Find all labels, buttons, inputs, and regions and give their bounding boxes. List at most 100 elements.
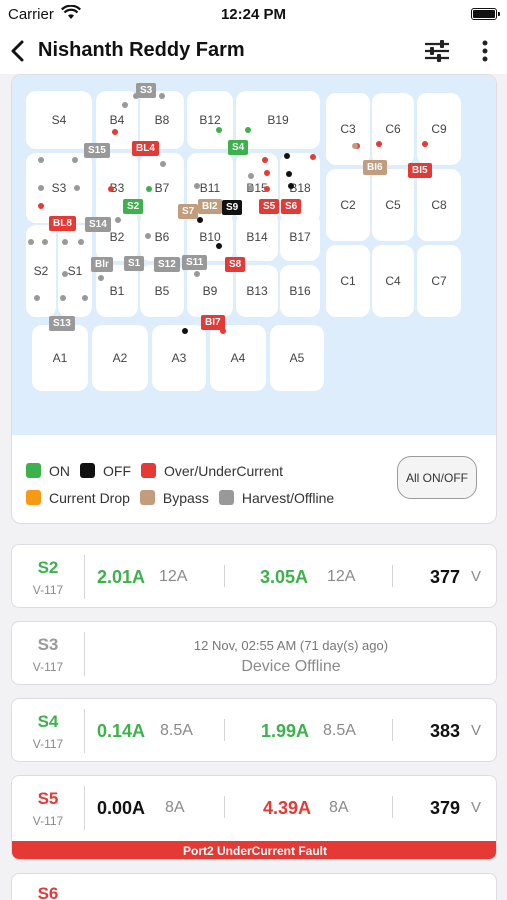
- tag-bl4[interactable]: BL4: [132, 141, 159, 156]
- plot-c8[interactable]: C8: [417, 169, 461, 241]
- device-card-s6[interactable]: S6: [11, 873, 497, 900]
- plot-label: B2: [109, 230, 125, 244]
- tag-s6[interactable]: S6: [281, 199, 302, 214]
- plot-c2[interactable]: C2: [326, 169, 370, 241]
- device-card-s3[interactable]: S3 V-117 12 Nov, 02:55 AM (71 day(s) ago…: [11, 621, 497, 685]
- tag-s9[interactable]: S9: [222, 200, 243, 215]
- plot-label: A3: [171, 351, 187, 365]
- tag-s12[interactable]: S12: [154, 257, 180, 272]
- sensor-dot: [159, 93, 165, 99]
- plot-b17[interactable]: B17: [280, 213, 320, 261]
- tag-b15[interactable]: BI5: [408, 163, 432, 178]
- device-version: V-117: [32, 583, 64, 597]
- sensor-dot: [112, 129, 118, 135]
- plot-label: B1: [109, 284, 125, 298]
- all-on-off-button[interactable]: All ON/OFF: [397, 456, 477, 499]
- filter-sliders-icon[interactable]: [423, 37, 451, 65]
- sensor-dot: [42, 239, 48, 245]
- plot-c6[interactable]: C6: [372, 93, 414, 165]
- sensor-dot: [145, 233, 151, 239]
- plot-label: B11: [199, 181, 221, 195]
- plot-a4[interactable]: A4: [210, 325, 266, 391]
- tag-s7[interactable]: S7: [178, 204, 199, 219]
- voltage-value: 383: [429, 721, 460, 741]
- plot-b4[interactable]: B4: [96, 91, 138, 149]
- divider: [392, 719, 393, 741]
- divider: [392, 796, 393, 818]
- plot-c4[interactable]: C4: [372, 245, 414, 317]
- sensor-dot: [160, 161, 166, 167]
- sensor-dot: [62, 271, 68, 277]
- sensor-dot: [115, 217, 121, 223]
- on-swatch: [26, 463, 41, 478]
- port2-rating: 8A: [329, 799, 349, 816]
- back-chevron-icon[interactable]: [6, 36, 30, 66]
- legend-label: Harvest/Offline: [241, 489, 335, 506]
- plot-label: B14: [246, 230, 268, 244]
- legend-offline: Harvest/Offline: [218, 489, 335, 506]
- plot-label: B5: [154, 284, 170, 298]
- port1-rating: 12A: [159, 568, 188, 585]
- divider: [84, 709, 85, 753]
- sensor-dot: [28, 239, 34, 245]
- more-options-icon[interactable]: [474, 37, 496, 65]
- voltage-value: 377: [429, 567, 460, 587]
- tag-s5[interactable]: S5: [259, 199, 280, 214]
- plot-b13[interactable]: B13: [236, 265, 278, 317]
- tag-s15[interactable]: S15: [84, 143, 110, 158]
- sensor-dot: [194, 183, 200, 189]
- divider: [84, 786, 85, 830]
- tag-s13[interactable]: S13: [49, 316, 75, 331]
- plot-b5[interactable]: B5: [140, 265, 184, 317]
- sensor-dot: [197, 217, 203, 223]
- device-card-s5[interactable]: S5 V-117 0.00A 8A 4.39A 8A 379 V Port2 U…: [11, 775, 497, 860]
- plot-b16[interactable]: B16: [280, 265, 320, 317]
- device-version: V-117: [32, 737, 64, 751]
- plot-c7[interactable]: C7: [417, 245, 461, 317]
- plot-label: A4: [230, 351, 246, 365]
- sensor-dot: [288, 183, 294, 189]
- tag-s14[interactable]: S14: [85, 217, 111, 232]
- tag-s11[interactable]: S11: [182, 255, 208, 270]
- plot-label: B6: [154, 230, 170, 244]
- tag-blr[interactable]: Blr: [91, 257, 113, 272]
- tag-s2[interactable]: S2: [123, 199, 144, 214]
- plot-b10[interactable]: B10: [187, 213, 233, 261]
- plot-s3[interactable]: S3: [26, 153, 92, 223]
- tag-s1[interactable]: S1: [124, 256, 145, 271]
- port2-current: 1.99A: [261, 721, 310, 741]
- tag-s3[interactable]: S3: [136, 83, 157, 98]
- plot-a1[interactable]: A1: [32, 325, 88, 391]
- plot-c1[interactable]: C1: [326, 245, 370, 317]
- plot-label: C2: [340, 198, 356, 212]
- sensor-dot: [194, 271, 200, 277]
- plot-c3[interactable]: C3: [326, 93, 370, 165]
- divider: [224, 565, 225, 587]
- plot-label: S4: [51, 113, 67, 127]
- tag-s4[interactable]: S4: [228, 140, 249, 155]
- tag-b17[interactable]: BI7: [201, 315, 225, 330]
- plot-c5[interactable]: C5: [372, 169, 414, 241]
- device-card-s2[interactable]: S2 V-117 2.01A 12A 3.05A 12A 377 V: [11, 544, 497, 608]
- tag-s8[interactable]: S8: [225, 257, 246, 272]
- plot-a5[interactable]: A5: [270, 325, 324, 391]
- plot-a2[interactable]: A2: [92, 325, 148, 391]
- plot-b19[interactable]: B19: [236, 91, 320, 149]
- tag-b12[interactable]: BI2: [198, 199, 222, 214]
- plot-b14[interactable]: B14: [236, 213, 278, 261]
- plot-c9[interactable]: C9: [417, 93, 461, 165]
- divider: [224, 719, 225, 741]
- device-name: S5: [37, 789, 59, 808]
- legend-label: Current Drop: [49, 489, 130, 506]
- port1-current: 2.01A: [97, 567, 146, 587]
- plot-s4[interactable]: S4: [26, 91, 92, 149]
- plot-label: C3: [340, 122, 356, 136]
- device-card-s4[interactable]: S4 V-117 0.14A 8.5A 1.99A 8.5A 383 V: [11, 698, 497, 762]
- plot-b12[interactable]: B12: [187, 91, 233, 149]
- plot-label: C1: [340, 274, 356, 288]
- sensor-dot: [264, 170, 270, 176]
- tag-b16[interactable]: BI6: [363, 160, 387, 175]
- plot-b1[interactable]: B1: [96, 265, 138, 317]
- tag-bl8[interactable]: BL8: [49, 216, 76, 231]
- plot-a3[interactable]: A3: [152, 325, 206, 391]
